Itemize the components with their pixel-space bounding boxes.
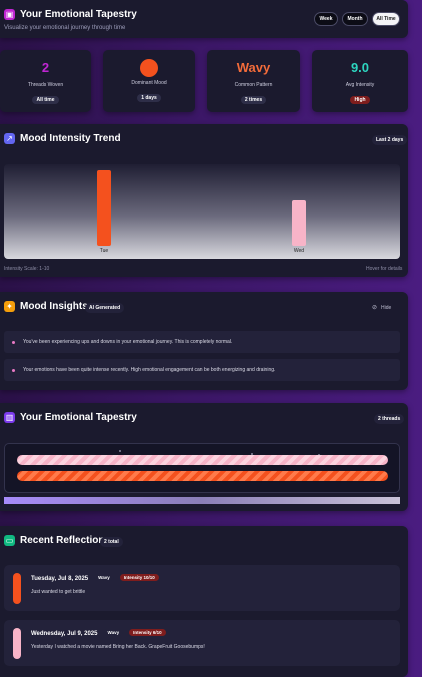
x-tick-label: Wed [293,248,305,254]
mood-color-swatch [140,59,158,77]
chart-icon: ↗ [4,133,15,144]
reflection-text: Just wanted to get brittle [31,589,86,595]
header-panel: ▣ Your Emotional Tapestry Visualize your… [0,0,408,38]
insights-title: Mood Insights [20,301,88,312]
bullet-icon [12,340,15,344]
insight-text: Your emotions have been quite intense re… [23,367,276,373]
bars-icon: ▥ [4,412,15,423]
stat-card-pattern: Wavy Common Pattern 2 times [207,50,300,112]
reflections-title: Recent Reflections [20,535,111,546]
eye-off-icon: ⊘ [372,305,378,311]
reflection-entry[interactable]: Wednesday, Jul 9, 2025 Wavy Intensity 6/10… [4,620,400,666]
page-subtitle: Visualize your emotional journey through… [4,25,126,31]
trend-bar-tue[interactable] [97,170,111,246]
intensity-tag: Intensity 6/10 [129,629,166,636]
pattern-tag: Wavy [94,574,114,581]
tapestry-title: Your Emotional Tapestry [20,412,137,423]
message-icon: ▭ [4,535,15,546]
stat-label: Threads Woven [27,82,64,88]
stat-value: 2 [41,60,50,75]
stat-label: Dominant Mood [131,80,167,86]
reflection-entry[interactable]: Tuesday, Jul 8, 2025 Wavy Intensity 10/10 … [4,565,400,611]
lightbulb-icon: ✦ [4,301,15,312]
hide-insights-button[interactable]: ⊘ Hide [372,304,392,312]
range-all-time-button[interactable]: All Time [372,12,400,26]
range-month-button[interactable]: Month [342,12,368,26]
trend-badge: Last 2 days [372,135,408,145]
trend-title: Mood Intensity Trend [20,133,121,144]
mood-stripe [13,573,21,604]
stat-value: Wavy [236,60,271,75]
stat-badge: 1 days [137,94,161,102]
mood-stripe [13,628,21,659]
stat-label: Common Pattern [234,82,273,88]
thread-orange[interactable] [17,471,388,481]
pattern-tag: Wavy [103,629,124,636]
insights-panel: ✦ Mood Insights AI Generated ⊘ Hide You'… [0,292,408,390]
stat-card-intensity: 9.0 Avg Intensity High [312,50,408,112]
thread-marker [119,450,121,452]
insight-item: Your emotions have been quite intense re… [4,359,400,381]
bullet-icon [12,368,15,372]
tapestry-icon: ▣ [4,9,15,20]
reflection-header: Tuesday, Jul 8, 2025 Wavy Intensity 10/10 [31,574,159,582]
reflections-panel: ▭ Recent Reflections 2 total Tuesday, Ju… [0,526,408,677]
timeline-gradient-bar [4,497,400,504]
page-title: Your Emotional Tapestry [20,9,137,20]
intensity-scale-label: Intensity Scale: 1-10 [4,266,50,272]
stat-card-threads: 2 Threads Woven All time [0,50,91,112]
stat-value: 9.0 [350,60,370,75]
stat-badge: All time [32,96,59,104]
stat-card-dominant-mood: Dominant Mood 1 days [103,50,195,112]
stat-badge: High [350,96,370,104]
stat-badge: 2 times [240,96,267,104]
ai-badge: AI Generated [85,303,125,313]
thread-pink[interactable] [17,455,388,465]
reflections-badge: 2 total [100,537,123,547]
reflection-date: Wednesday, Jul 9, 2025 [31,631,98,637]
reflection-text: Yesterday I watched a movie named Bring … [31,644,205,650]
intensity-tag: Intensity 10/10 [119,574,159,581]
reflection-header: Wednesday, Jul 9, 2025 Wavy Intensity 6/10 [31,629,166,637]
insight-item: You've been experiencing ups and downs i… [4,331,400,353]
hide-label: Hide [381,304,392,311]
tapestry-panel: ▥ Your Emotional Tapestry 2 threads [0,403,408,511]
trend-bar-wed[interactable] [292,200,306,246]
mood-trend-panel: ↗ Mood Intensity Trend Last 2 days Tue We… [0,124,408,277]
x-tick-label: Tue [99,248,109,254]
threads-badge: 2 threads [374,414,405,424]
tapestry-canvas[interactable] [4,443,400,493]
range-week-button[interactable]: Week [314,12,338,26]
trend-chart-area[interactable]: Tue Wed [4,164,400,259]
stat-label: Avg Intensity [345,82,375,88]
reflection-date: Tuesday, Jul 8, 2025 [31,576,89,582]
insight-text: You've been experiencing ups and downs i… [23,339,233,345]
hover-hint: Hover for details [366,266,403,272]
